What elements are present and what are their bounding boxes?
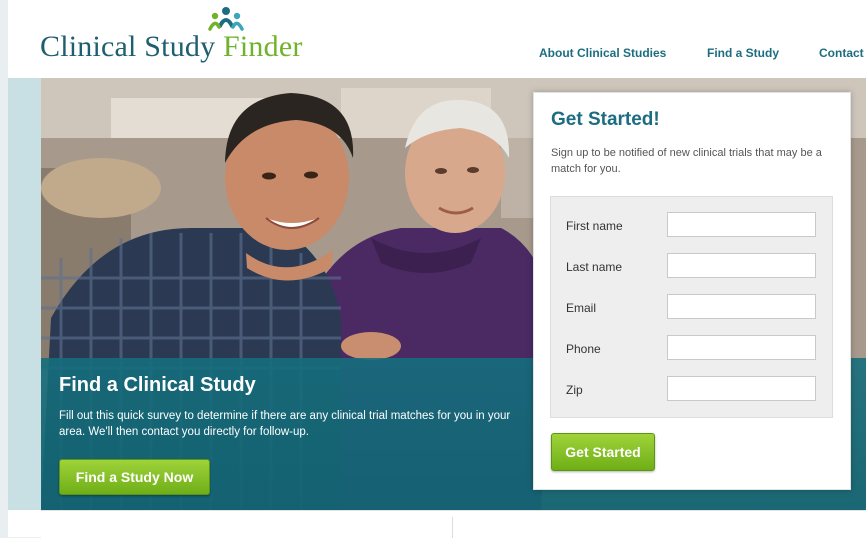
get-started-button[interactable]: Get Started [551, 433, 655, 471]
first-name-label: First name [566, 219, 623, 233]
find-a-study-now-button[interactable]: Find a Study Now [59, 459, 210, 495]
logo-text-part1: Clinical Study [40, 30, 223, 63]
phone-field[interactable] [667, 335, 816, 360]
form-row-email: Email [551, 287, 832, 328]
site-header: Clinical Study Finder About Clinical Stu… [8, 0, 866, 79]
people-group-icon [208, 7, 244, 31]
hero-title: Find a Clinical Study [59, 374, 256, 396]
content-area [41, 510, 866, 538]
zip-label: Zip [566, 383, 583, 397]
form-row-phone: Phone [551, 328, 832, 369]
signup-form: First name Last name Email Phone Zip [550, 196, 833, 418]
nav-find-a-study[interactable]: Find a Study [707, 46, 779, 60]
logo-text-part2: Finder [223, 30, 303, 63]
page: Clinical Study Finder About Clinical Stu… [8, 0, 866, 538]
content-divider [452, 517, 453, 538]
phone-label: Phone [566, 342, 601, 356]
first-name-field[interactable] [667, 212, 816, 237]
email-label: Email [566, 301, 597, 315]
signup-title: Get Started! [551, 109, 660, 130]
zip-field[interactable] [667, 376, 816, 401]
last-name-label: Last name [566, 260, 623, 274]
email-field[interactable] [667, 294, 816, 319]
signup-panel: Get Started! Sign up to be notified of n… [533, 92, 851, 490]
site-logo[interactable]: Clinical Study Finder [40, 30, 303, 64]
form-row-zip: Zip [551, 369, 832, 410]
hero-description: Fill out this quick survey to determine … [59, 410, 511, 438]
nav-contact[interactable]: Contact [819, 46, 864, 60]
signup-description: Sign up to be notified of new clinical t… [551, 147, 822, 175]
form-row-last-name: Last name [551, 246, 832, 287]
nav-about-clinical-studies[interactable]: About Clinical Studies [539, 46, 666, 60]
form-row-first-name: First name [551, 205, 832, 246]
last-name-field[interactable] [667, 253, 816, 278]
